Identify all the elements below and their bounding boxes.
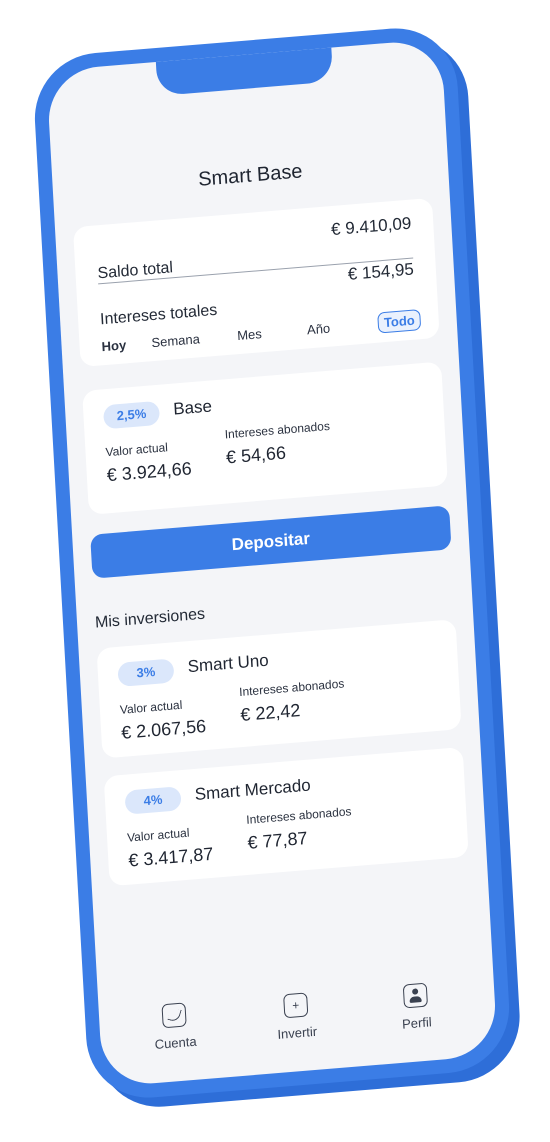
page-title: Smart Base [197,160,304,191]
current-value-label: Valor actual [126,825,190,845]
interest-value: € 77,87 [247,827,309,853]
clock-icon [161,1002,187,1029]
current-value: € 3.924,66 [106,458,193,486]
period-todo[interactable]: Todo [377,309,422,334]
phone-notch [155,45,334,96]
investment-name: Smart Uno [187,650,270,677]
base-account-card[interactable]: 2,5% Base Valor actual € 3.924,66 Intere… [82,361,448,515]
tab-label: Perfil [401,1014,433,1032]
tab-label: Invertir [277,1023,318,1042]
tab-label: Cuenta [154,1033,197,1053]
rate-badge: 3% [117,658,175,687]
investment-card[interactable]: 4% Smart Mercado Valor actual € 3.417,87… [103,746,469,887]
period-mes[interactable]: Mes [237,326,262,343]
account-name: Base [172,396,213,419]
current-value-label: Valor actual [105,440,169,460]
stage: Smart Base Saldo total € 9.410,09 Intere… [0,0,550,1142]
interest-value: € 54,66 [225,442,287,468]
phone-frame: Smart Base Saldo total € 9.410,09 Intere… [31,23,513,1103]
investments-heading: Mis inversiones [94,605,206,632]
rate-badge: 2,5% [102,400,161,430]
interest-label: Intereses abonados [238,676,345,700]
intereses-value: € 154,95 [347,259,415,284]
saldo-value: € 9.410,09 [330,213,412,240]
tab-cuenta[interactable]: Cuenta [129,1000,221,1054]
interest-value: € 22,42 [239,700,301,726]
investment-name: Smart Mercado [194,775,312,805]
bottom-tab-bar: Cuenta + Invertir Perfil [99,977,498,1079]
tab-invertir[interactable]: + Invertir [250,990,342,1044]
tab-perfil[interactable]: Perfil [370,980,462,1034]
rate-badge: 4% [124,786,182,815]
current-value: € 2.067,56 [120,715,207,743]
person-icon [402,982,429,1009]
current-value: € 3.417,87 [127,843,214,871]
phone-screen: Smart Base Saldo total € 9.410,09 Intere… [46,38,498,1088]
period-semana[interactable]: Semana [151,331,200,350]
period-ano[interactable]: Año [307,321,331,338]
current-value-label: Valor actual [119,697,183,717]
deposit-button[interactable]: Depositar [90,505,452,579]
summary-card: Saldo total € 9.410,09 Intereses totales… [72,197,440,368]
plus-icon: + [283,992,309,1019]
interest-label: Intereses abonados [224,418,331,442]
period-hoy[interactable]: Hoy [101,337,126,354]
intereses-label: Intereses totales [99,301,218,329]
investment-card[interactable]: 3% Smart Uno Valor actual € 2.067,56 Int… [96,619,462,759]
interest-label: Intereses abonados [245,804,352,827]
